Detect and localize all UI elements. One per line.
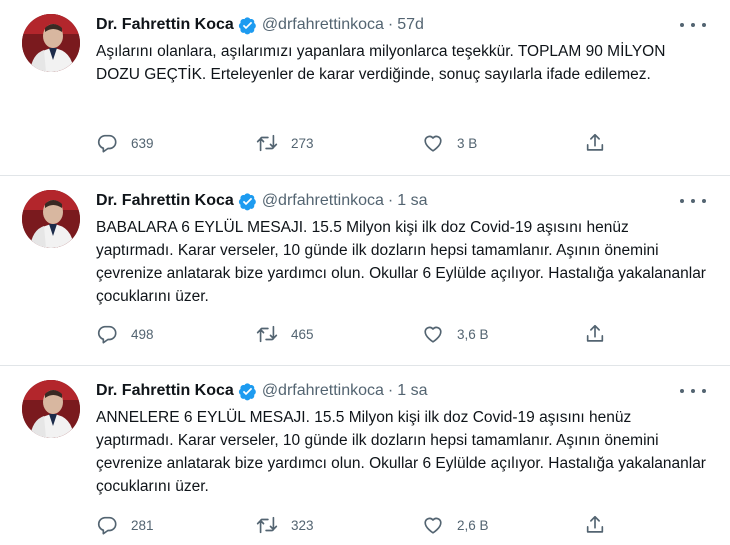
author-name[interactable]: Dr. Fahrettin Koca [96, 379, 234, 403]
reply-button[interactable]: 281 [96, 514, 154, 536]
like-button[interactable]: 3 B [422, 132, 477, 154]
retweet-count: 465 [291, 326, 314, 342]
tweet-text: BABALARA 6 EYLÜL MESAJI. 15.5 Milyon kiş… [96, 219, 706, 305]
tweet-feed: Dr. Fahrettin Koca @drfahrettinkoca · 57… [0, 0, 730, 545]
tweet-header: Dr. Fahrettin Koca @drfahrettinkoca · 57… [96, 13, 424, 37]
tweet-actions: 498 465 3,6 B [96, 322, 616, 346]
more-options-icon[interactable] [680, 192, 706, 210]
heart-icon [424, 517, 442, 534]
reply-icon [97, 516, 117, 535]
tweet[interactable]: Dr. Fahrettin Koca @drfahrettinkoca · 1 … [0, 176, 730, 366]
share-icon [586, 324, 604, 342]
retweet-button[interactable]: 273 [256, 132, 314, 154]
share-icon [586, 133, 604, 151]
reply-count: 639 [131, 135, 154, 151]
more-options-icon[interactable] [680, 16, 706, 34]
author-handle[interactable]: @drfahrettinkoca [262, 189, 384, 213]
avatar[interactable] [22, 190, 80, 248]
share-button[interactable] [584, 514, 619, 536]
verified-badge-icon [238, 192, 257, 211]
tweet-text: ANNELERE 6 EYLÜL MESAJI. 15.5 Milyon kiş… [96, 409, 706, 495]
like-button[interactable]: 3,6 B [422, 323, 489, 345]
heart-icon [424, 326, 442, 343]
tweet-header: Dr. Fahrettin Koca @drfahrettinkoca · 1 … [96, 189, 427, 213]
like-count: 3,6 B [457, 326, 489, 342]
separator-dot: · [387, 382, 394, 399]
author-name[interactable]: Dr. Fahrettin Koca [96, 189, 234, 213]
reply-count: 281 [131, 517, 154, 533]
reply-button[interactable]: 639 [96, 132, 154, 154]
heart-icon [424, 135, 442, 152]
reply-icon [97, 134, 117, 153]
verified-badge-icon [238, 16, 257, 35]
like-button[interactable]: 2,6 B [422, 514, 489, 536]
share-button[interactable] [584, 323, 619, 345]
tweet[interactable]: Dr. Fahrettin Koca @drfahrettinkoca · 1 … [0, 366, 730, 545]
tweet-timestamp[interactable]: 57d [397, 13, 424, 37]
retweet-button[interactable]: 323 [256, 514, 314, 536]
retweet-icon [256, 516, 278, 534]
separator-dot: · [387, 192, 394, 209]
tweet-header: Dr. Fahrettin Koca @drfahrettinkoca · 1 … [96, 379, 427, 403]
tweet-actions: 639 273 3 B [96, 131, 616, 155]
author-handle[interactable]: @drfahrettinkoca [262, 13, 384, 37]
reply-icon [97, 325, 117, 344]
avatar[interactable] [22, 380, 80, 438]
like-count: 3 B [457, 135, 478, 151]
retweet-count: 273 [291, 135, 314, 151]
tweet-timestamp[interactable]: 1 sa [397, 379, 427, 403]
retweet-count: 323 [291, 517, 314, 533]
tweet[interactable]: Dr. Fahrettin Koca @drfahrettinkoca · 57… [0, 0, 730, 176]
verified-badge-icon [238, 382, 257, 401]
author-name[interactable]: Dr. Fahrettin Koca [96, 13, 234, 37]
avatar[interactable] [22, 14, 80, 72]
separator-dot: · [387, 16, 394, 33]
more-options-icon[interactable] [680, 382, 706, 400]
retweet-icon [256, 325, 278, 343]
reply-button[interactable]: 498 [96, 323, 154, 345]
share-icon [586, 515, 604, 533]
retweet-icon [256, 134, 278, 152]
author-handle[interactable]: @drfahrettinkoca [262, 379, 384, 403]
tweet-text: Aşılarını olanlara, aşılarımızı yapanlar… [96, 43, 666, 83]
share-button[interactable] [584, 132, 619, 154]
reply-count: 498 [131, 326, 154, 342]
tweet-actions: 281 323 2,6 B [96, 513, 616, 537]
like-count: 2,6 B [457, 517, 489, 533]
tweet-timestamp[interactable]: 1 sa [397, 189, 427, 213]
retweet-button[interactable]: 465 [256, 323, 314, 345]
